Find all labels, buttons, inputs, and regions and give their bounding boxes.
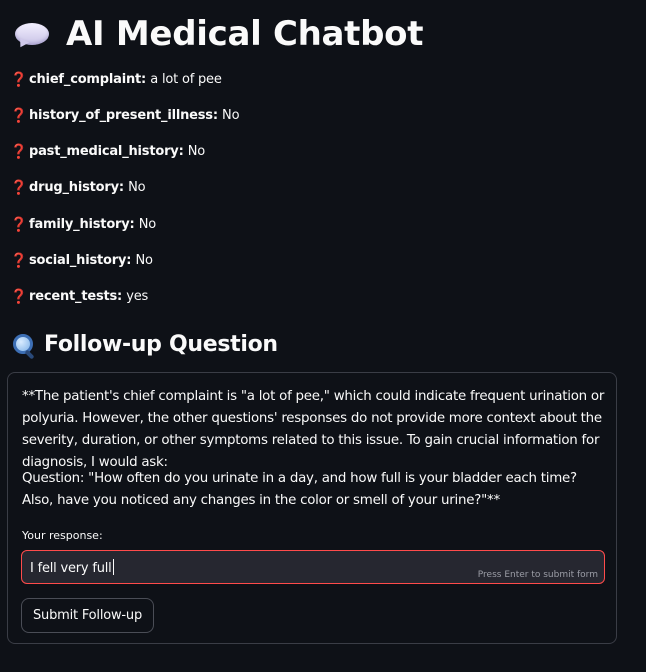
field-past-medical-history: ❓ past_medical_history: No xyxy=(10,144,206,160)
followup-question-text: Question: "How often do you urinate in a… xyxy=(22,471,577,508)
followup-heading-text: Follow-up Question xyxy=(44,332,278,357)
question-mark-icon: ❓ xyxy=(10,217,28,233)
followup-heading: Follow-up Question xyxy=(12,330,278,360)
field-label: social_history xyxy=(29,253,127,268)
question-mark-icon: ❓ xyxy=(10,144,28,160)
page-title-text: AI Medical Chatbot xyxy=(66,14,424,54)
question-mark-icon: ❓ xyxy=(10,180,28,196)
field-value: No xyxy=(187,144,206,159)
field-drug-history: ❓ drug_history: No xyxy=(10,180,146,196)
field-label: family_history xyxy=(29,217,130,232)
field-value: No xyxy=(138,217,157,232)
field-label: history_of_present_illness xyxy=(29,108,213,123)
field-value: a lot of pee xyxy=(150,72,222,87)
field-recent-tests: ❓ recent_tests: yes xyxy=(10,289,149,305)
field-label: past_medical_history xyxy=(29,144,179,159)
question-mark-icon: ❓ xyxy=(10,72,28,88)
magnifier-icon xyxy=(12,333,36,360)
field-label: drug_history xyxy=(29,180,119,195)
text-caret xyxy=(112,559,114,575)
field-family-history: ❓ family_history: No xyxy=(10,217,157,233)
question-mark-icon: ❓ xyxy=(10,108,28,124)
speech-bubble-icon xyxy=(14,19,52,50)
field-label: recent_tests xyxy=(29,289,118,304)
response-input-value[interactable]: I fell very full xyxy=(30,559,114,577)
response-input-label: Your response: xyxy=(22,529,103,542)
page-title: AI Medical Chatbot xyxy=(14,12,423,56)
field-social-history: ❓ social_history: No xyxy=(10,253,153,269)
field-chief-complaint: ❓ chief_complaint: a lot of pee xyxy=(10,72,222,88)
field-history-of-present-illness: ❓ history_of_present_illness: No xyxy=(10,108,240,124)
question-mark-icon: ❓ xyxy=(10,253,28,269)
field-value: yes xyxy=(126,289,149,304)
response-input[interactable]: I fell very full Press Enter to submit f… xyxy=(21,550,605,584)
field-value: No xyxy=(222,108,240,123)
followup-form: **The patient's chief complaint is "a lo… xyxy=(7,372,617,644)
app-root: AI Medical Chatbot ❓ chief_complaint: a … xyxy=(0,0,646,672)
submit-followup-button[interactable]: Submit Follow-up xyxy=(21,598,155,633)
submit-hint: Press Enter to submit form xyxy=(477,570,598,580)
field-label: chief_complaint xyxy=(29,72,142,87)
followup-explanation-text: **The patient's chief complaint is "a lo… xyxy=(22,389,605,470)
field-value: No xyxy=(128,180,146,195)
question-mark-icon: ❓ xyxy=(10,289,28,305)
field-value: No xyxy=(135,253,153,268)
